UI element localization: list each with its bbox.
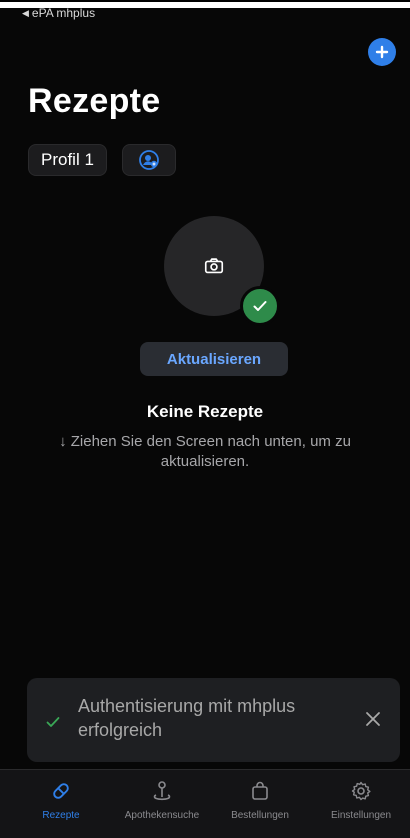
back-arrow-icon: ◀	[22, 7, 29, 18]
success-check-icon	[46, 717, 60, 727]
back-label: ePA mhplus	[31, 6, 96, 20]
tab-apothekensuche[interactable]: Apothekensuche	[112, 780, 212, 821]
connected-badge	[240, 286, 280, 326]
page-title: Rezepte	[28, 82, 161, 120]
refresh-button[interactable]: Aktualisieren	[140, 342, 288, 376]
profile-chip[interactable]: Profil 1	[28, 144, 107, 176]
close-icon[interactable]	[364, 710, 382, 728]
toast-message: Authentisierung mit mhplus erfolgreich	[78, 696, 296, 740]
toast-notification: Authentisierung mit mhplus erfolgreich	[27, 678, 400, 762]
tab-rezepte[interactable]: Rezepte	[11, 780, 111, 821]
tab-einstellungen[interactable]: Einstellungen	[312, 780, 410, 821]
tab-label: Bestellungen	[231, 810, 289, 821]
gear-icon	[351, 781, 371, 801]
empty-state-title: Keine Rezepte	[146, 402, 264, 421]
app-screen: ◀ ePA mhplus Rezepte Profil 1 Aktualisie…	[0, 0, 410, 838]
tab-bestellungen[interactable]: Bestellungen	[210, 780, 310, 821]
tab-bar: Rezepte Apothekensuche Bestellungen Eins…	[0, 769, 410, 838]
tab-label: Einstellungen	[330, 810, 392, 821]
top-border	[0, 0, 410, 2]
add-button[interactable]	[368, 38, 396, 66]
checkmark-icon	[253, 301, 267, 311]
tab-label: Rezepte	[42, 810, 80, 821]
add-profile-button[interactable]	[122, 144, 176, 176]
bag-icon	[252, 781, 268, 800]
pill-icon	[53, 783, 69, 799]
plus-icon	[375, 45, 389, 59]
back-to-app-link[interactable]: ◀ ePA mhplus	[22, 6, 95, 20]
add-person-icon	[139, 150, 159, 170]
map-pin-icon	[153, 781, 171, 801]
camera-icon	[204, 258, 224, 274]
tab-label: Apothekensuche	[124, 810, 200, 821]
empty-state-hint: ↓ Ziehen Sie den Screen nach unten, um z…	[59, 433, 351, 470]
